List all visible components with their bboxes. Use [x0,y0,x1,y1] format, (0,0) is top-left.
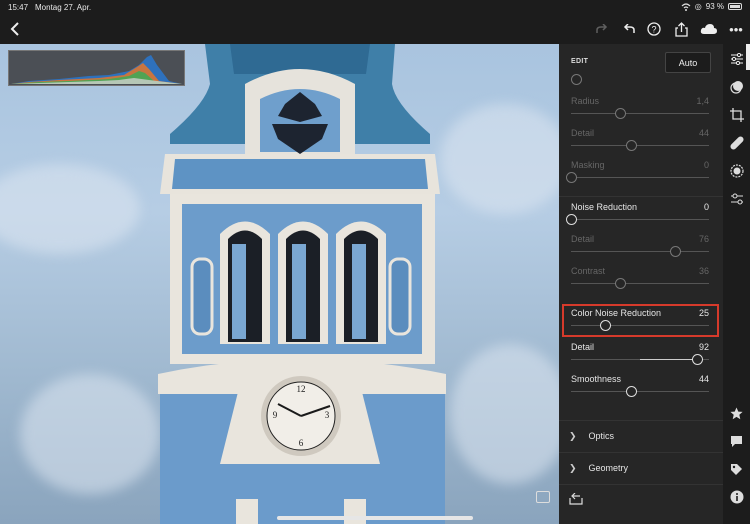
section-title: Optics [588,431,615,441]
presets-icon[interactable] [723,190,750,208]
slider-track[interactable] [571,219,709,220]
chevron-right-icon: ❯ [569,430,577,441]
slider-value: 36 [698,266,709,276]
svg-text:3: 3 [325,410,330,420]
slider-label: Detail [571,128,595,138]
slider-value: 76 [698,234,709,244]
slider-knob[interactable] [626,386,638,397]
before-after-icon[interactable] [536,491,550,503]
wifi-icon [681,2,691,11]
slider-knob[interactable] [615,108,627,119]
church-tower-illustration: 12 3 6 9 [158,44,446,524]
edit-panel: EDIT Auto Radius 1,4 Detail 44 Masking 0 Noise… [559,44,723,524]
star-icon[interactable] [723,404,750,422]
orientation-lock-icon: ◎ [694,2,702,11]
slider-value: 1,4 [696,96,709,106]
comment-icon[interactable] [723,432,750,450]
histogram [8,50,185,86]
slider-knob[interactable] [670,246,682,257]
status-time: 15:47 [8,3,29,12]
slider-knob[interactable] [566,214,577,225]
slider-track[interactable] [571,177,709,178]
reset-icon[interactable] [569,492,585,506]
cloud-sync-icon[interactable] [698,14,720,44]
slider-knob[interactable] [615,278,627,289]
slider-row[interactable]: Detail 76 [559,234,723,264]
slider-value: 44 [698,128,709,138]
slider-track[interactable] [571,391,709,392]
slider-knob[interactable] [566,172,577,183]
svg-text:12: 12 [297,384,306,394]
slider-row[interactable]: Masking 0 [559,160,723,190]
rail-active-indicator [746,44,750,70]
slider-row[interactable]: Detail 44 [559,128,723,158]
auto-button[interactable]: Auto [665,52,711,73]
info-icon[interactable] [723,488,750,506]
divider [559,452,723,453]
svg-text:6: 6 [299,438,304,448]
slider-row[interactable]: Radius 1,4 [559,96,723,126]
slider-row[interactable]: Detail 92 [559,342,723,372]
slider-fill [640,359,698,360]
slider-label: Masking [571,160,605,170]
slider-label: Radius [571,96,600,106]
healing-icon[interactable] [723,134,750,152]
slider-row[interactable]: Smoothness 44 [559,374,723,404]
photo-canvas[interactable]: 12 3 6 9 [0,44,559,524]
section-optics[interactable]: ❯ Optics [559,422,723,450]
edit-label: EDIT [571,58,589,65]
divider [559,196,723,197]
tool-rail [723,44,750,524]
chevron-right-icon: ❯ [569,462,577,473]
slider-value: 92 [698,342,709,352]
slider-knob[interactable] [626,140,638,151]
slider-label: Detail [571,234,595,244]
slider-track[interactable] [571,145,709,146]
slider-row[interactable]: Contrast 36 [559,266,723,296]
slider-knob[interactable] [571,74,582,85]
tag-icon[interactable] [723,460,750,478]
slider-knob[interactable] [692,354,704,365]
divider [559,420,723,421]
svg-text:9: 9 [273,410,278,420]
battery-icon [728,3,742,10]
slider-row[interactable]: Noise Reduction 0 [559,202,723,232]
svg-text:?: ? [651,25,656,35]
slider-value: 0 [703,202,709,212]
undo-icon[interactable] [620,14,638,44]
help-icon[interactable]: ? [645,14,663,44]
section-geometry[interactable]: ❯ Geometry [559,454,723,482]
home-indicator[interactable] [277,516,473,520]
slider-partial[interactable] [559,74,723,86]
back-chevron-icon[interactable] [6,14,24,44]
slider-track[interactable] [571,113,709,114]
radial-icon[interactable] [723,162,750,180]
battery-percent: 93 % [705,2,724,11]
slider-label: Contrast [571,266,606,276]
slider-track[interactable] [571,251,709,252]
section-title: Geometry [588,463,629,473]
slider-label: Noise Reduction [571,202,638,212]
redo-icon[interactable] [592,14,610,44]
slider-value: 0 [703,160,709,170]
slider-label: Smoothness [571,374,622,384]
status-right: ◎ 93 % [681,2,742,11]
slider-label: Detail [571,342,595,352]
status-date: Montag 27. Apr. [35,3,92,12]
share-icon[interactable] [672,14,690,44]
histogram-graph [11,55,182,84]
more-icon[interactable]: ••• [727,14,745,44]
panel-header: EDIT Auto [559,44,723,78]
status-bar: 15:47 Montag 27. Apr. ◎ 93 % [0,0,750,14]
top-toolbar: ? ••• [0,14,750,44]
crop-icon[interactable] [723,106,750,124]
color-icon[interactable] [723,78,750,96]
highlight-box [562,304,719,337]
slider-track[interactable] [571,283,709,284]
divider [559,484,723,485]
slider-value: 44 [698,374,709,384]
